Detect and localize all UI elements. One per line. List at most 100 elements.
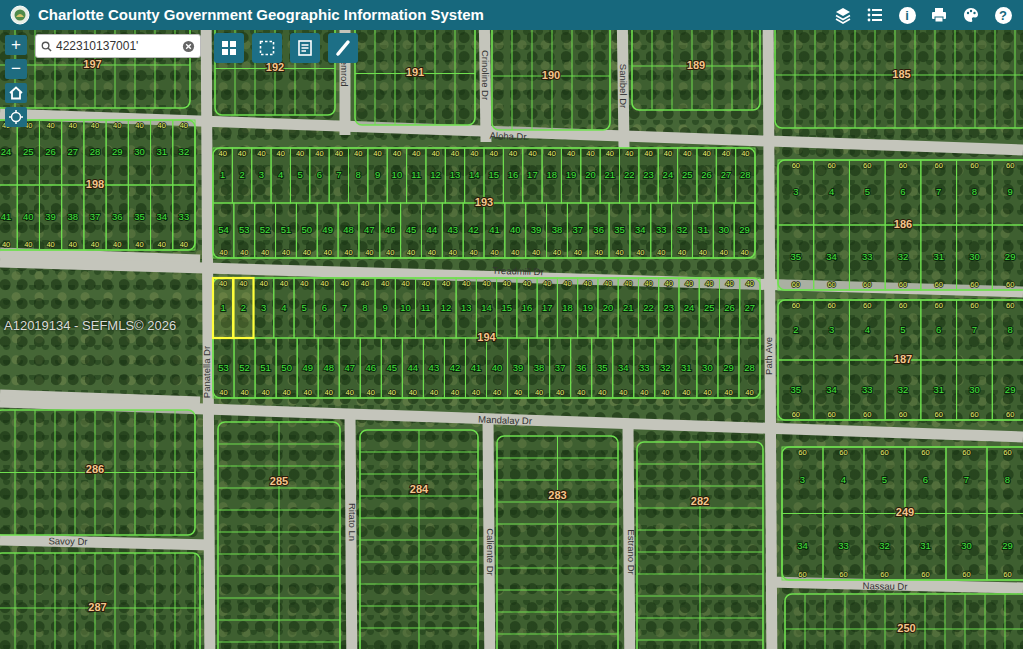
parcel-block[interactable] (213, 148, 755, 258)
parcel-lot[interactable] (62, 120, 84, 185)
parcel-lot[interactable] (987, 447, 1023, 514)
parcel-lot[interactable] (778, 225, 814, 290)
parcel-block[interactable] (637, 442, 763, 649)
parcel-lot[interactable] (62, 185, 84, 250)
parcel-lot[interactable] (849, 300, 885, 360)
parcel-lot[interactable] (456, 278, 476, 338)
parcel-lot[interactable] (592, 338, 613, 398)
parcel-lot[interactable] (716, 148, 735, 203)
parcel-lot[interactable] (271, 148, 290, 203)
parcel-lot[interactable] (814, 300, 850, 360)
parcel-lot[interactable] (503, 148, 522, 203)
parcel-lot[interactable] (946, 514, 987, 581)
parcel-lot[interactable] (699, 278, 719, 338)
parcel-lot[interactable] (465, 148, 484, 203)
parcel-lot[interactable] (402, 338, 423, 398)
parcel-lot[interactable] (634, 338, 655, 398)
parcel-block[interactable] (492, 30, 610, 130)
parcel-lot[interactable] (84, 120, 106, 185)
parcel-lot[interactable] (380, 203, 401, 258)
parcel-lot[interactable] (697, 338, 718, 398)
parcel-lot[interactable] (310, 148, 329, 203)
parcel-lot[interactable] (957, 225, 993, 290)
print-button[interactable] (927, 3, 951, 27)
parcel-lot[interactable] (814, 160, 850, 225)
parcel-lot[interactable] (233, 278, 253, 338)
parcel-lot[interactable] (338, 203, 359, 258)
map-view[interactable]: Aloha DrTreadmill DrMandalay DrSavoy DrN… (0, 30, 1023, 649)
parcel-lot[interactable] (442, 203, 463, 258)
parcel-lot[interactable] (444, 338, 465, 398)
parcel-lot[interactable] (651, 203, 672, 258)
parcel-lot[interactable] (318, 338, 339, 398)
parcel-lot[interactable] (355, 278, 375, 338)
parcel-lot[interactable] (213, 278, 233, 338)
parcel-lot[interactable] (672, 203, 693, 258)
parcel-lot[interactable] (905, 514, 946, 581)
parcel-lot[interactable] (497, 278, 517, 338)
parcel-lot[interactable] (823, 447, 864, 514)
parcel-lot[interactable] (734, 203, 755, 258)
parcel-lot[interactable] (782, 514, 823, 581)
parcel-lot[interactable] (676, 338, 697, 398)
parcel-lot[interactable] (987, 514, 1023, 581)
parcel-lot[interactable] (547, 203, 568, 258)
parcel-lot[interactable] (697, 148, 716, 203)
parcel-lot[interactable] (864, 447, 905, 514)
parcel-lot[interactable] (276, 203, 297, 258)
parcel-lot[interactable] (213, 148, 232, 203)
parcel-lot[interactable] (276, 338, 297, 398)
parcel-lot[interactable] (885, 300, 921, 360)
parcel-lot[interactable] (387, 148, 406, 203)
measure-tool-button[interactable] (328, 33, 358, 63)
parcel-lot[interactable] (426, 148, 445, 203)
parcel-lot[interactable] (395, 278, 415, 338)
parcel-lot[interactable] (39, 185, 61, 250)
parcel-lot[interactable] (317, 203, 338, 258)
parcel-lot[interactable] (234, 203, 255, 258)
parcel-lot[interactable] (659, 278, 679, 338)
parcel-lot[interactable] (173, 120, 195, 185)
parcel-lot[interactable] (151, 185, 173, 250)
parcel-lot[interactable] (487, 338, 508, 398)
parcel-lot[interactable] (368, 148, 387, 203)
parcel-lot[interactable] (639, 148, 658, 203)
parcel-lot[interactable] (561, 148, 580, 203)
parcel-lot[interactable] (992, 300, 1023, 360)
parcel-lot[interactable] (992, 225, 1023, 290)
parcel-lot[interactable] (618, 278, 638, 338)
parcel-lot[interactable] (375, 278, 395, 338)
parcel-lot[interactable] (567, 203, 588, 258)
parcel-lot[interactable] (921, 160, 957, 225)
info-button[interactable]: i (895, 3, 919, 27)
parcel-lot[interactable] (736, 148, 755, 203)
parcel-lot[interactable] (294, 278, 314, 338)
parcel-lot[interactable] (234, 338, 255, 398)
parcel-lot[interactable] (598, 278, 618, 338)
parcel-lot[interactable] (864, 514, 905, 581)
parcel-lot[interactable] (508, 338, 529, 398)
parcel-lot[interactable] (905, 447, 946, 514)
parcel-lot[interactable] (84, 185, 106, 250)
parcel-lot[interactable] (678, 148, 697, 203)
parcel-lot[interactable] (255, 338, 276, 398)
parcel-lot[interactable] (578, 278, 598, 338)
parcel-lot[interactable] (613, 338, 634, 398)
parcel-lot[interactable] (992, 160, 1023, 225)
parcel-lot[interactable] (849, 160, 885, 225)
parcel-lot[interactable] (505, 203, 526, 258)
parcel-lot[interactable] (297, 338, 318, 398)
parcel-lot[interactable] (885, 160, 921, 225)
clear-icon[interactable] (182, 40, 195, 53)
parcel-lot[interactable] (329, 148, 348, 203)
parcel-lot[interactable] (713, 203, 734, 258)
parcel-lot[interactable] (542, 148, 561, 203)
parcel-lot[interactable] (421, 203, 442, 258)
help-button[interactable]: ? (991, 3, 1015, 27)
parcel-lot[interactable] (252, 148, 271, 203)
parcel-lot[interactable] (581, 148, 600, 203)
parcel-lot[interactable] (173, 185, 195, 250)
parcel-lot[interactable] (814, 360, 850, 420)
zoom-out-button[interactable]: − (5, 59, 27, 79)
parcel-lot[interactable] (360, 338, 381, 398)
